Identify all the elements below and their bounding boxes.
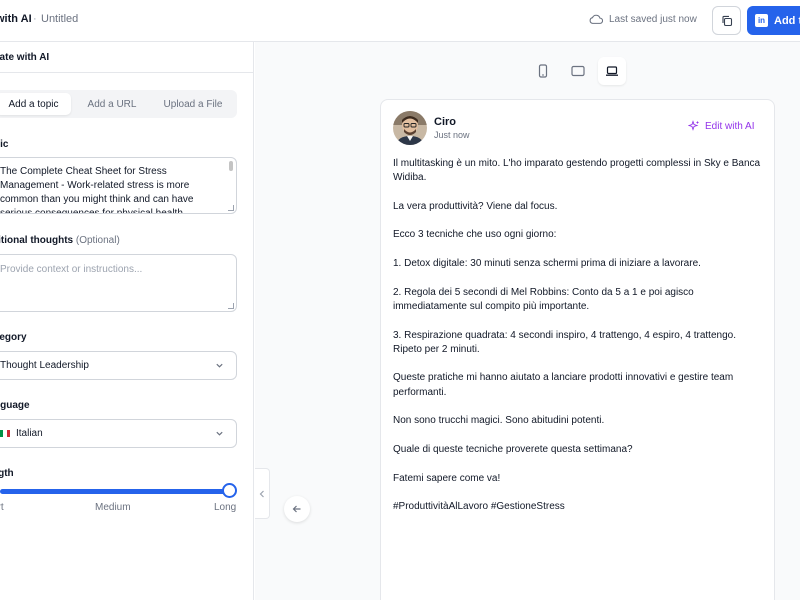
length-slider-track[interactable]	[0, 489, 230, 494]
cloud-icon	[589, 14, 603, 24]
mobile-icon	[538, 64, 548, 78]
length-slider-thumb[interactable]	[222, 483, 237, 498]
italy-flag-icon	[0, 430, 10, 437]
add-button-label: Add t	[774, 14, 800, 27]
chevron-down-icon	[216, 431, 223, 436]
source-tabs: Add a topic Add a URL Upload a File	[0, 90, 237, 118]
device-desktop-button[interactable]	[598, 57, 626, 85]
preview-area: Ciro Just now Edit with AI Il multitaski…	[255, 42, 800, 600]
post-paragraph: 3. Respirazione quadrata: 4 secondi insp…	[393, 329, 736, 355]
textarea-scrollbar[interactable]	[229, 161, 233, 171]
length-max-label: Long	[214, 502, 237, 513]
chevron-left-icon	[259, 490, 264, 497]
create-sidebar: eate with AI Add a topic Add a URL Uploa…	[0, 42, 254, 600]
chevron-down-icon	[216, 363, 223, 368]
sidebar-header: eate with AI	[0, 42, 254, 73]
back-button[interactable]	[284, 496, 310, 522]
collapse-sidebar-button[interactable]	[255, 468, 270, 519]
add-to-linkedin-button[interactable]: in Add t	[747, 6, 800, 35]
post-paragraph: Il multitasking è un mito. L'ho imparato…	[393, 158, 761, 184]
resize-handle[interactable]	[228, 303, 234, 309]
language-select[interactable]: Italian	[0, 419, 237, 448]
tab-add-url[interactable]: Add a URL	[76, 93, 148, 115]
post-preview-card: Ciro Just now Edit with AI Il multitaski…	[380, 99, 775, 600]
category-label: tegory	[0, 332, 27, 343]
language-label: nguage	[0, 400, 30, 411]
sparkles-icon	[688, 120, 699, 131]
additional-thoughts-label: ditional thoughts (Optional)	[0, 235, 120, 246]
post-paragraph: Ecco 3 tecniche che uso ogni giorno:	[393, 229, 557, 241]
saved-status: Last saved just now	[609, 14, 697, 25]
copy-button[interactable]	[712, 6, 741, 35]
top-bar: with AI · Untitled Last saved just now i…	[0, 0, 800, 42]
sidebar-title: eate with AI	[0, 52, 50, 63]
post-author: Ciro	[434, 116, 456, 128]
arrow-left-icon	[292, 505, 301, 513]
length-min-label: ort	[0, 502, 4, 513]
additional-thoughts-field[interactable]: Provide context or instructions...	[0, 254, 237, 312]
edit-with-ai-button[interactable]: Edit with AI	[688, 120, 754, 132]
length-label: ngth	[0, 468, 14, 479]
edit-with-ai-label: Edit with AI	[705, 120, 755, 132]
copy-icon	[721, 15, 732, 26]
post-hashtags: #ProduttivitàAlLavoro #GestioneStress	[393, 501, 565, 513]
topic-label: pic	[0, 139, 9, 150]
document-title[interactable]: Untitled	[41, 13, 78, 25]
category-select[interactable]: Thought Leadership	[0, 351, 237, 380]
thoughts-placeholder: Provide context or instructions...	[0, 264, 143, 275]
laptop-icon	[606, 66, 618, 76]
tab-add-topic[interactable]: Add a topic	[0, 93, 71, 115]
length-mid-label: Medium	[95, 502, 131, 513]
post-paragraph: 2. Regola dei 5 secondi di Mel Robbins: …	[393, 286, 694, 312]
device-tablet-button[interactable]	[564, 57, 592, 85]
app-title: with AI	[0, 13, 32, 25]
resize-handle[interactable]	[228, 205, 234, 211]
post-paragraph: Fatemi sapere come va!	[393, 472, 501, 484]
post-paragraph: Quale di queste tecniche proverete quest…	[393, 443, 633, 455]
language-value: Italian	[16, 428, 43, 439]
title-separator: ·	[33, 13, 37, 25]
linkedin-icon: in	[755, 14, 768, 27]
post-body: Il multitasking è un mito. L'ho imparato…	[393, 157, 765, 529]
tablet-icon	[571, 65, 585, 77]
post-paragraph: La vera produttività? Viene dal focus.	[393, 200, 558, 212]
device-mobile-button[interactable]	[529, 57, 557, 85]
avatar	[393, 111, 427, 145]
category-value: Thought Leadership	[0, 360, 89, 371]
topic-textarea[interactable]: The Complete Cheat Sheet for Stress Mana…	[0, 157, 237, 214]
post-time: Just now	[434, 130, 470, 140]
post-paragraph: Queste pratiche mi hanno aiutato a lanci…	[393, 372, 734, 398]
topic-text: The Complete Cheat Sheet for Stress Mana…	[0, 166, 194, 214]
tab-upload-file[interactable]: Upload a File	[153, 93, 233, 115]
post-paragraph: Non sono trucchi magici. Sono abitudini …	[393, 415, 605, 427]
post-paragraph: 1. Detox digitale: 30 minuti senza scher…	[393, 258, 701, 270]
